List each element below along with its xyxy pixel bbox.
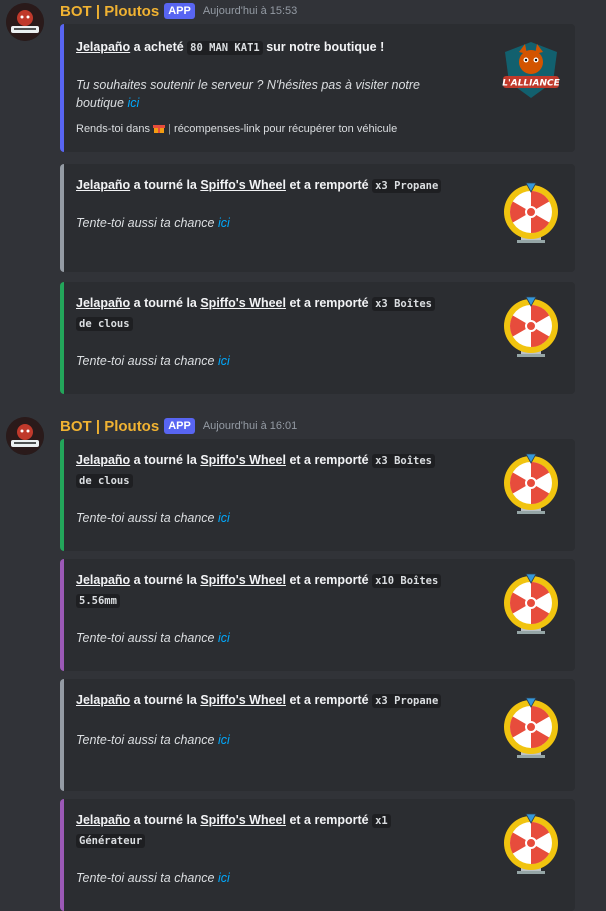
tente-line: Tente-toi aussi ta chance ici — [76, 733, 230, 747]
prize-code: x10 Boîtes — [372, 574, 442, 588]
user-mention[interactable]: Jelapaño — [76, 813, 130, 827]
prize-code-cont: 5.56mm — [76, 594, 120, 608]
wheel-link[interactable]: ici — [218, 871, 230, 885]
purchase-footer: Rends-toi dans | récompenses-link pour r… — [76, 122, 398, 135]
wheel-mention[interactable]: Spiffo's Wheel — [200, 573, 286, 587]
tente-line: Tente-toi aussi ta chance ici — [76, 631, 230, 645]
spin-embed-5: Jelapaño a tourné la Spiffo's Wheel et a… — [60, 679, 575, 791]
purchase-title: Jelapaño a acheté 80 MAN KAT1 sur notre … — [76, 40, 385, 55]
item-code: 80 MAN KAT1 — [187, 41, 263, 55]
spin-embed-3: Jelapaño a tourné la Spiffo's Wheel et a… — [60, 439, 575, 551]
timestamp[interactable]: Aujourd'hui à 15:53 — [203, 5, 297, 17]
message-group-1: BOT | Ploutos APP Aujourd'hui à 15:53 Je… — [0, 0, 606, 158]
bot-username[interactable]: BOT | Ploutos — [60, 418, 159, 435]
tente-line: Tente-toi aussi ta chance ici — [76, 511, 230, 525]
wheel-thumbnail — [499, 453, 563, 517]
user-mention[interactable]: Jelapaño — [76, 40, 130, 54]
wheel-mention[interactable]: Spiffo's Wheel — [200, 296, 286, 310]
alliance-logo: L'ALLIANCE — [499, 38, 563, 102]
app-badge: APP — [164, 418, 195, 434]
wheel-mention[interactable]: Spiffo's Wheel — [200, 813, 286, 827]
wheel-mention[interactable]: Spiffo's Wheel — [200, 693, 286, 707]
support-line-2: boutique ici — [76, 96, 140, 110]
user-mention[interactable]: Jelapaño — [76, 453, 130, 467]
timestamp[interactable]: Aujourd'hui à 16:01 — [203, 420, 297, 432]
rewards-channel-link[interactable]: récompenses-link pour récupérer ton véhi… — [174, 123, 397, 135]
spin-embed-6: Jelapaño a tourné la Spiffo's Wheel et a… — [60, 799, 575, 911]
prize-code: x3 Boîtes — [372, 454, 436, 468]
user-mention[interactable]: Jelapaño — [76, 573, 130, 587]
bot-username[interactable]: BOT | Ploutos — [60, 3, 159, 20]
bot-avatar[interactable] — [6, 3, 44, 41]
tente-line: Tente-toi aussi ta chance ici — [76, 871, 230, 885]
message-group-2: BOT | Ploutos APP Aujourd'hui à 16:01 Je… — [0, 408, 606, 911]
wheel-thumbnail — [499, 697, 563, 761]
prize-code-cont: Générateur — [76, 834, 146, 848]
prize-code: x3 Propane — [372, 694, 442, 708]
purchase-embed: Jelapaño a acheté 80 MAN KAT1 sur notre … — [60, 24, 575, 152]
support-line-1: Tu souhaites soutenir le serveur ? N'hés… — [76, 78, 420, 92]
wheel-mention[interactable]: Spiffo's Wheel — [200, 178, 286, 192]
prize-code-cont: de clous — [76, 317, 133, 331]
spin-embed-2: Jelapaño a tourné la Spiffo's Wheel et a… — [60, 282, 575, 394]
message-spin-2: Jelapaño a tourné la Spiffo's Wheel et a… — [0, 278, 606, 408]
tente-line: Tente-toi aussi ta chance ici — [76, 216, 230, 230]
wheel-thumbnail — [499, 813, 563, 877]
prize-code: x3 Boîtes — [372, 297, 436, 311]
prize-code: x1 — [372, 814, 391, 828]
wheel-thumbnail — [499, 296, 563, 360]
svg-text:L'ALLIANCE: L'ALLIANCE — [502, 79, 560, 89]
prize-code: x3 Propane — [372, 179, 442, 193]
app-badge: APP — [164, 3, 195, 19]
user-mention[interactable]: Jelapaño — [76, 178, 130, 192]
wheel-link[interactable]: ici — [218, 354, 230, 368]
wheel-link[interactable]: ici — [218, 216, 230, 230]
user-mention[interactable]: Jelapaño — [76, 693, 130, 707]
tente-line: Tente-toi aussi ta chance ici — [76, 354, 230, 368]
wheel-link[interactable]: ici — [218, 511, 230, 525]
wheel-link[interactable]: ici — [218, 733, 230, 747]
wheel-thumbnail — [499, 573, 563, 637]
message-spin-1: Jelapaño a tourné la Spiffo's Wheel et a… — [0, 158, 606, 278]
spin-embed-4: Jelapaño a tourné la Spiffo's Wheel et a… — [60, 559, 575, 671]
shop-link[interactable]: ici — [127, 96, 139, 110]
bot-avatar[interactable] — [6, 417, 44, 455]
wheel-link[interactable]: ici — [218, 631, 230, 645]
gift-icon — [153, 122, 166, 133]
prize-code-cont: de clous — [76, 474, 133, 488]
user-mention[interactable]: Jelapaño — [76, 296, 130, 310]
wheel-thumbnail — [499, 182, 563, 246]
spin-embed-1: Jelapaño a tourné la Spiffo's Wheel et a… — [60, 164, 575, 272]
wheel-mention[interactable]: Spiffo's Wheel — [200, 453, 286, 467]
